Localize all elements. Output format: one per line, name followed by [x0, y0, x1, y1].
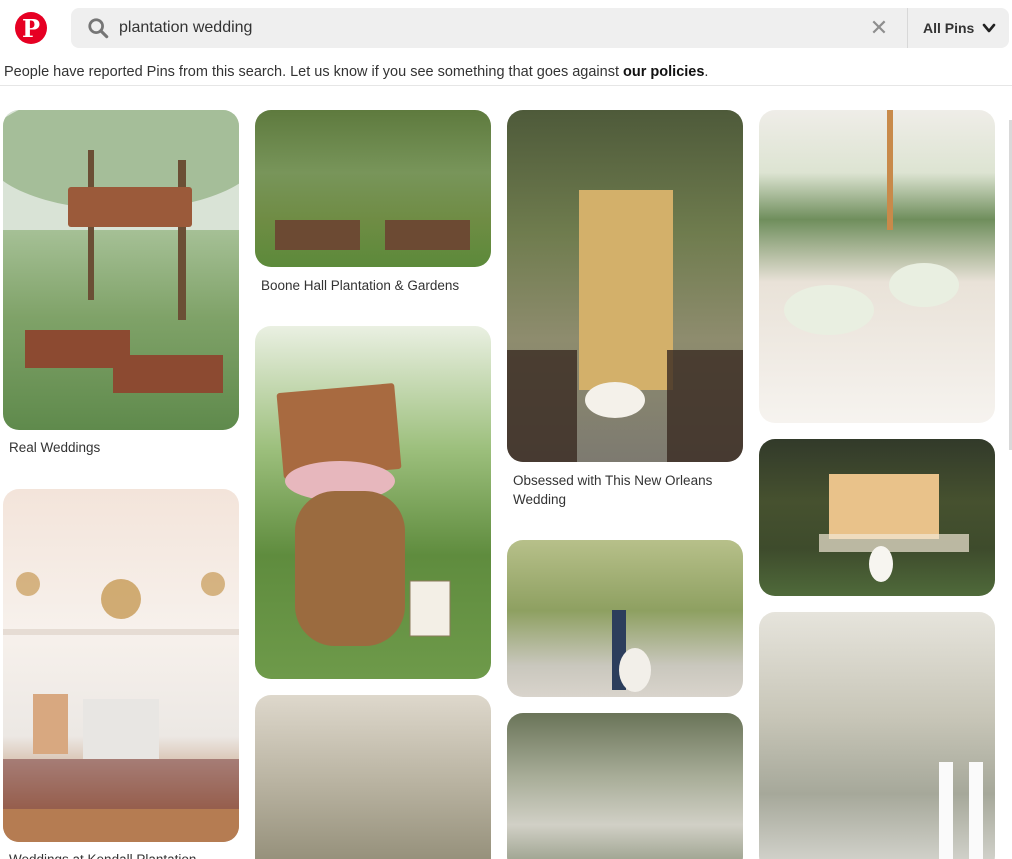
report-notice: People have reported Pins from this sear…: [4, 61, 708, 83]
pin-image[interactable]: [255, 326, 491, 679]
pin-image[interactable]: [3, 110, 239, 430]
pin-image[interactable]: [507, 540, 743, 697]
policies-link[interactable]: our policies: [623, 64, 704, 80]
pin-caption[interactable]: Obsessed with This New Orleans Wedding: [513, 471, 743, 509]
pin-image-art: [819, 474, 969, 582]
pin-image[interactable]: [507, 110, 743, 462]
scope-dropdown[interactable]: All Pins: [923, 8, 996, 48]
pin-image-art: [939, 762, 983, 859]
notice-end: .: [704, 64, 709, 80]
search-divider: [907, 8, 908, 48]
pin-image[interactable]: [507, 713, 743, 859]
pin-image-art: [612, 610, 651, 692]
pin-image-art: [275, 220, 470, 250]
pin-image-art: [3, 110, 239, 393]
chevron-down-icon: [983, 23, 996, 33]
search-input[interactable]: [119, 8, 859, 48]
pin-image-art: [784, 110, 959, 335]
pin-image-art: [276, 383, 451, 646]
search-bar[interactable]: ✕ All Pins: [71, 8, 1009, 48]
pinterest-logo[interactable]: P: [15, 12, 47, 44]
scope-label: All Pins: [923, 20, 975, 36]
pin-image[interactable]: [255, 695, 491, 859]
pin-caption[interactable]: Boone Hall Plantation & Gardens: [261, 276, 491, 295]
pin-caption[interactable]: Real Weddings: [9, 438, 239, 457]
pin-image-art: [3, 572, 239, 842]
header-divider: [0, 85, 1012, 86]
pin-image[interactable]: [255, 110, 491, 267]
pin-image[interactable]: [3, 489, 239, 842]
pin-caption[interactable]: Weddings at Kendall Plantation: [9, 850, 239, 859]
logo-letter: P: [21, 13, 41, 43]
pin-image[interactable]: [759, 110, 995, 423]
notice-text: People have reported Pins from this sear…: [4, 64, 624, 80]
search-icon: [88, 18, 109, 39]
close-icon[interactable]: ✕: [869, 17, 889, 39]
pin-image[interactable]: [759, 439, 995, 596]
top-bar: P ✕ All Pins: [0, 0, 1012, 58]
pin-image[interactable]: [759, 612, 995, 859]
pin-image-art: [507, 190, 743, 462]
